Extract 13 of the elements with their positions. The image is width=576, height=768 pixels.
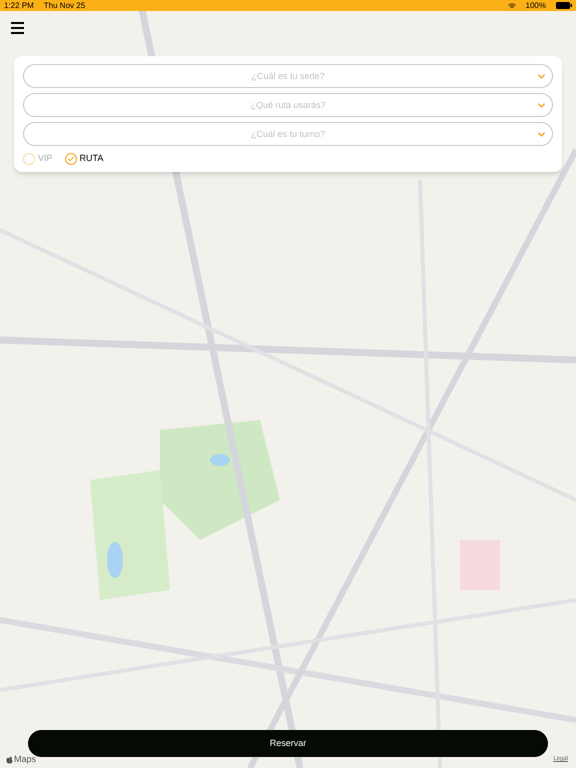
apple-logo-icon: [6, 756, 13, 764]
reserve-button[interactable]: Reservar: [28, 730, 548, 757]
option-radio[interactable]: RUTA: [64, 152, 104, 166]
wifi-icon: [508, 2, 516, 10]
dropdown-field[interactable]: ¿Cuál es tu turno?: [23, 122, 553, 146]
check-icon: [66, 155, 75, 163]
dropdown-field[interactable]: ¿Qué ruta usarás?: [23, 93, 553, 117]
battery-icon: [556, 2, 572, 9]
dropdown-field[interactable]: ¿Cuál es tu sede?: [23, 64, 553, 88]
battery-percent: 100%: [526, 0, 546, 12]
menu-button[interactable]: [11, 22, 24, 34]
status-time: 1:22 PM: [4, 0, 34, 12]
status-date: Thu Nov 25: [44, 0, 86, 12]
